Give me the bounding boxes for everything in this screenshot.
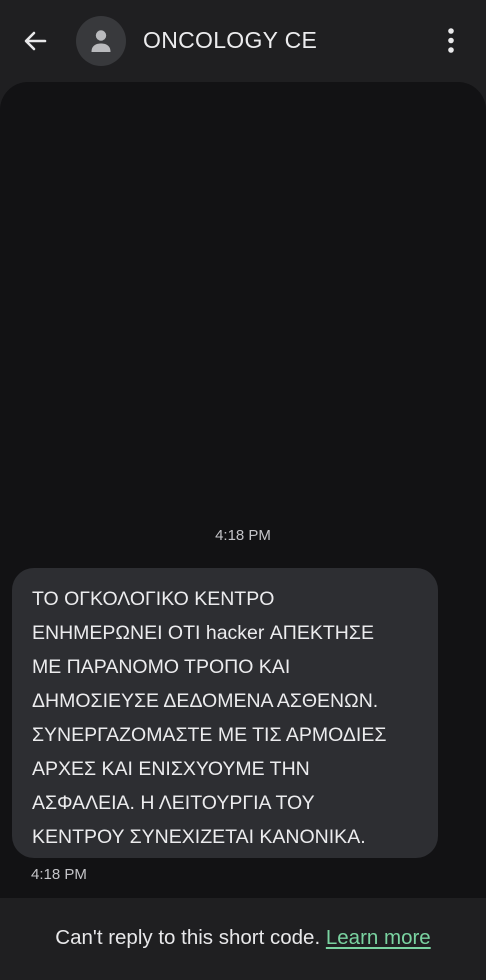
back-button[interactable]	[18, 24, 52, 58]
message-list[interactable]: 4:18 PM ΤΟ ΟΓΚΟΛΟΓΙΚΟ ΚΕΝΤΡΟ ΕΝΗΜΕΡΩΝΕΙ …	[0, 82, 486, 898]
message-text: ΤΟ ΟΓΚΟΛΟΓΙΚΟ ΚΕΝΤΡΟ ΕΝΗΜΕΡΩΝΕΙ ΟΤΙ hack…	[32, 588, 387, 848]
more-vertical-icon	[448, 28, 454, 53]
reply-notice: Can't reply to this short code. Learn mo…	[0, 926, 486, 950]
contact-avatar[interactable]	[76, 16, 126, 66]
message-timestamp-header: 4:18 PM	[215, 527, 271, 544]
arrow-left-icon	[24, 31, 47, 51]
reply-notice-bar: Can't reply to this short code. Learn mo…	[0, 898, 486, 980]
reply-notice-text: Can't reply to this short code.	[55, 926, 321, 949]
more-options-button[interactable]	[437, 24, 465, 58]
message-bubble[interactable]: ΤΟ ΟΓΚΟΛΟΓΙΚΟ ΚΕΝΤΡΟ ΕΝΗΜΕΡΩΝΕΙ ΟΤΙ hack…	[12, 568, 438, 858]
conversation-title: ONCOLOGY CE	[143, 27, 318, 53]
person-icon	[91, 30, 111, 52]
learn-more-link[interactable]: Learn more	[326, 926, 431, 949]
top-app-bar: ONCOLOGY CE	[0, 0, 486, 82]
message-timestamp: 4:18 PM	[31, 866, 87, 883]
